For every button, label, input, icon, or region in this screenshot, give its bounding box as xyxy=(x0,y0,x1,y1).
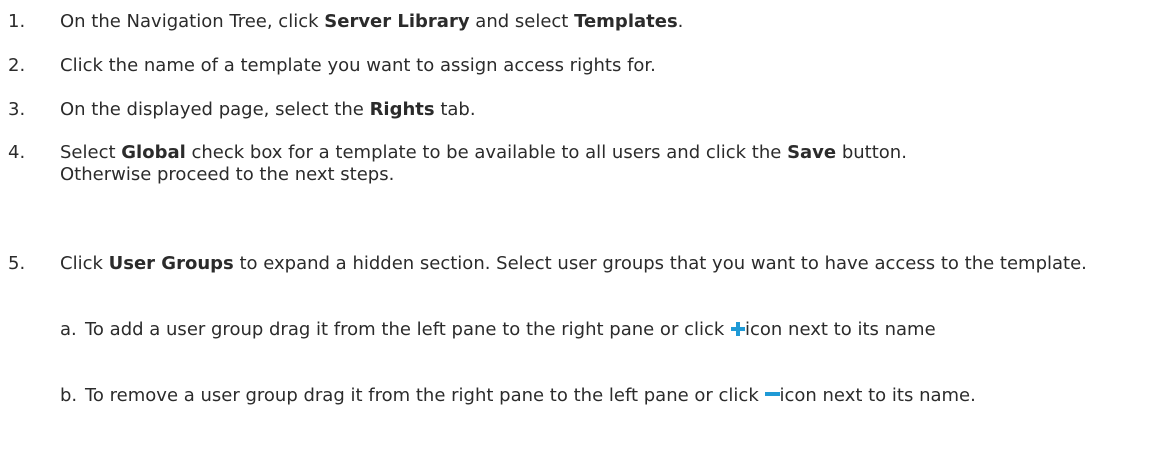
step-number: 5. xyxy=(8,253,26,274)
step-text-part: . xyxy=(677,11,684,32)
step-text: Click User Groups to expand a hidden sec… xyxy=(60,253,1140,275)
step-text-part: On the Navigation Tree, click xyxy=(60,11,325,32)
substep-text-part: icon next to its name xyxy=(745,319,936,340)
step-text-part: Click xyxy=(60,253,109,274)
step-number: 4. xyxy=(8,142,26,163)
substep-text: To add a user group drag it from the lef… xyxy=(85,319,1140,341)
step-text: Click the name of a template you want to… xyxy=(60,55,1140,77)
plus-icon xyxy=(731,322,746,336)
substep-text: To remove a user group drag it from the … xyxy=(85,385,1140,407)
step-number: 1. xyxy=(8,11,26,32)
step-text-part: to expand a hidden section. Select user … xyxy=(233,253,1087,274)
minus-icon xyxy=(765,388,781,402)
step-text-part: check box for a template to be available… xyxy=(185,142,788,163)
step-number: 2. xyxy=(8,55,26,76)
substep-text-part: icon next to its name. xyxy=(779,385,976,406)
step-text-part: and select xyxy=(469,11,575,32)
step-text: On the displayed page, select the Rights… xyxy=(60,99,1140,121)
ui-term-templates: Templates xyxy=(574,11,678,32)
substep-text-part: To add a user group drag it from the lef… xyxy=(85,319,731,340)
substep-text-part: To remove a user group drag it from the … xyxy=(85,385,765,406)
step-text: On the Navigation Tree, click Server Lib… xyxy=(60,11,1140,33)
step-text-part: On the displayed page, select the xyxy=(60,99,370,120)
step-number: 3. xyxy=(8,99,26,120)
step-text-part: Click the name of a template you want to… xyxy=(60,55,656,76)
ui-term-save: Save xyxy=(787,142,837,163)
step-text-part: button. xyxy=(836,142,907,163)
ui-term-server-library: Server Library xyxy=(324,11,470,32)
step-text: Select Global check box for a template t… xyxy=(60,142,1140,186)
ui-term-rights: Rights xyxy=(369,99,435,120)
step-text-part: tab. xyxy=(434,99,476,120)
ui-term-user-groups: User Groups xyxy=(108,253,234,274)
ui-term-global: Global xyxy=(121,142,186,163)
step-text-part: Select xyxy=(60,142,122,163)
step-text-part: Otherwise proceed to the next steps. xyxy=(60,164,395,185)
